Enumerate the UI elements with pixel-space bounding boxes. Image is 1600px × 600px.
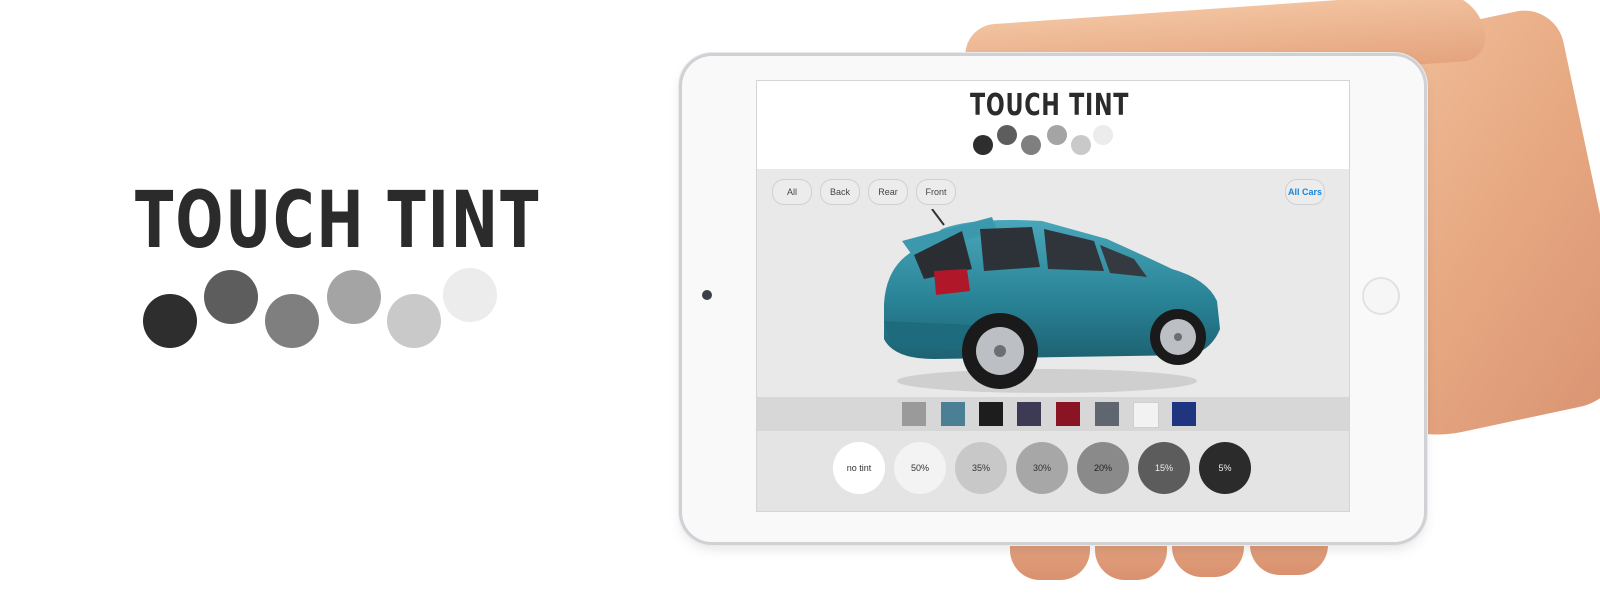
- filter-all-button[interactable]: All: [772, 179, 812, 205]
- tint-5-button[interactable]: 5%: [1199, 442, 1251, 494]
- logo-dot: [973, 135, 993, 155]
- logo-dot: [204, 270, 258, 324]
- filter-front-button[interactable]: Front: [916, 179, 956, 205]
- color-swatch-bar: [757, 397, 1349, 431]
- camera-icon: [702, 290, 712, 300]
- color-swatch[interactable]: [1056, 402, 1080, 426]
- logo-dot: [1047, 125, 1067, 145]
- logo-dot: [997, 125, 1017, 145]
- app-title: TOUCH TINT: [970, 88, 1130, 123]
- touch-tint-logo: TOUCH TINT: [135, 182, 538, 358]
- filter-back-button[interactable]: Back: [820, 179, 860, 205]
- logo-dot: [1021, 135, 1041, 155]
- filter-rear-button[interactable]: Rear: [868, 179, 908, 205]
- app-screen: TOUCH TINT All Back Rear Front All Cars: [756, 80, 1350, 512]
- logo-dot: [1071, 135, 1091, 155]
- home-button[interactable]: [1362, 277, 1400, 315]
- app-header: TOUCH TINT: [757, 81, 1349, 169]
- logo-dot: [143, 294, 197, 348]
- all-cars-button[interactable]: All Cars: [1285, 179, 1325, 205]
- tint-20-button[interactable]: 20%: [1077, 442, 1129, 494]
- car-image: [884, 209, 1220, 393]
- color-swatch[interactable]: [1017, 402, 1041, 426]
- color-swatch[interactable]: [1133, 402, 1159, 428]
- tint-no-tint-button[interactable]: no tint: [833, 442, 885, 494]
- color-swatch[interactable]: [1172, 402, 1196, 426]
- color-swatch[interactable]: [941, 402, 965, 426]
- logo-dot: [443, 268, 497, 322]
- logo-dot: [327, 270, 381, 324]
- logo-dot: [265, 294, 319, 348]
- tint-30-button[interactable]: 30%: [1016, 442, 1068, 494]
- color-swatch[interactable]: [979, 402, 1003, 426]
- logo-dot: [387, 294, 441, 348]
- tablet-device: TOUCH TINT All Back Rear Front All Cars: [682, 56, 1424, 542]
- logo-dot: [1093, 125, 1113, 145]
- logo-wordmark: TOUCH TINT: [135, 176, 541, 266]
- tint-15-button[interactable]: 15%: [1138, 442, 1190, 494]
- tint-50-button[interactable]: 50%: [894, 442, 946, 494]
- color-swatch[interactable]: [902, 402, 926, 426]
- tint-35-button[interactable]: 35%: [955, 442, 1007, 494]
- color-swatch[interactable]: [1095, 402, 1119, 426]
